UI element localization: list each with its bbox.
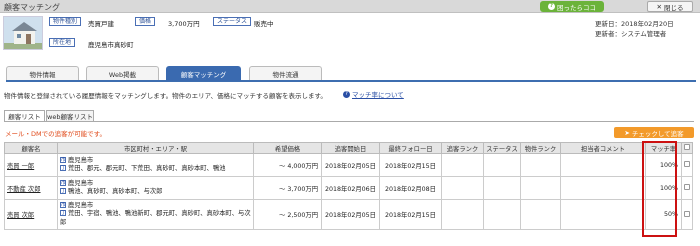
area-city: 鹿児島市 (68, 201, 94, 209)
start-date-cell: 2018年02月06日 (321, 176, 380, 200)
prop-rank-cell (520, 153, 561, 177)
col-header-status[interactable]: ステータス (483, 142, 521, 154)
price-cell: 〜 3,700万円 (253, 176, 322, 200)
rank-cell (441, 199, 484, 230)
col-header-price[interactable]: 希望価格 (253, 142, 322, 154)
customer-name-link[interactable]: 売買 次郎 (4, 199, 58, 230)
subtab-web-customer-list[interactable]: web顧客リスト (46, 110, 94, 121)
price-cell: 〜 4,000万円 (253, 153, 322, 177)
status-value: 販売中 (254, 20, 274, 28)
property-type-value: 売買戸建 (88, 20, 114, 28)
status-cell (483, 176, 521, 200)
description-text: 物件情報と登録されている履歴情報をマッチングします。物件のエリア、価格にマッチす… (4, 92, 327, 100)
town-icon: 丁 (60, 188, 66, 194)
close-label: 閉じる (663, 3, 684, 12)
row-checkbox[interactable] (684, 161, 690, 167)
table-row: 不動産 次郎 市鹿児島市 丁鴨池、真砂町、真砂本町、与次郎 〜 3,700万円 … (4, 176, 693, 200)
table-row: 売買 一郎 市鹿児島市 丁荒田、郡元、郡元町、下荒田、真砂町、真砂本町、鴨池 〜… (4, 153, 693, 177)
location-value: 鹿児島市真砂町 (88, 41, 134, 49)
subtab-divider (4, 121, 694, 122)
status-tag: ステータス (213, 17, 252, 26)
help-button[interactable]: ? 困ったらココ (540, 1, 604, 12)
comment-cell (560, 176, 646, 200)
area-city: 鹿児島市 (68, 179, 94, 187)
select-all-checkbox[interactable] (684, 144, 690, 150)
main-tabs: 物件情報 Web掲載 顧客マッチング 物件流通 (6, 66, 696, 82)
area-towns: 荒田、郡元、郡元町、下荒田、真砂町、真砂本町、鴨池 (68, 165, 226, 172)
tab-property-distribution[interactable]: 物件流通 (249, 66, 322, 80)
price-value: 3,700万円 (168, 20, 200, 28)
last-follow-cell: 2018年02月08日 (379, 176, 442, 200)
row-checkbox[interactable] (684, 210, 690, 217)
town-icon: 丁 (60, 165, 66, 171)
property-thumbnail (3, 16, 43, 50)
prop-rank-cell (520, 199, 561, 230)
match-rate-link-label: マッチ率について (352, 91, 404, 99)
area-cell: 市鹿児島市 丁荒田、郡元、郡元町、下荒田、真砂町、真砂本町、鴨池 (57, 153, 254, 177)
help-label: 困ったらココ (557, 3, 596, 12)
city-icon: 市 (60, 156, 66, 163)
match-rate-highlight-box (642, 141, 677, 237)
send-icon: ➤ (624, 128, 630, 137)
rank-cell (441, 153, 484, 177)
check-button-label: チェックして追客 (631, 129, 684, 138)
status-cell (483, 199, 521, 230)
row-checkbox[interactable] (684, 184, 690, 190)
select-cell (681, 153, 693, 177)
close-icon: ✕ (656, 2, 662, 11)
area-towns: 荒田、宇宿、鴨池、鴨池新町、郡元町、真砂町、真砂本町、与次郎 (60, 210, 251, 226)
notice-text: メール・DMでの追客が可能です。 (5, 130, 106, 138)
tab-property-info[interactable]: 物件情報 (6, 66, 79, 80)
comment-cell (560, 153, 646, 177)
start-date-cell: 2018年02月05日 (321, 199, 380, 230)
rank-cell (441, 176, 484, 200)
area-city: 鹿児島市 (68, 156, 94, 164)
customer-name-link[interactable]: 不動産 次郎 (4, 176, 58, 200)
price-tag: 価格 (135, 17, 156, 26)
area-cell: 市鹿児島市 丁鴨池、真砂町、真砂本町、与次郎 (57, 176, 254, 200)
col-header-start[interactable]: 追客開始日 (321, 142, 380, 154)
select-cell (681, 199, 693, 230)
col-header-comment[interactable]: 担当者コメント (560, 142, 646, 154)
city-icon: 市 (60, 201, 66, 208)
close-button[interactable]: ✕ 閉じる (647, 1, 693, 12)
col-header-select[interactable] (681, 142, 693, 154)
price-cell: 〜 2,500万円 (253, 199, 322, 230)
match-rate-link[interactable]: ? マッチ率について (343, 89, 404, 99)
col-header-rank[interactable]: 追客ランク (441, 142, 484, 154)
start-date-cell: 2018年02月05日 (321, 153, 380, 177)
customer-table: 顧客名 市区町村・エリア・駅 希望価格 追客開始日 最終フォロー日 追客ランク … (4, 142, 693, 230)
prop-rank-cell (520, 176, 561, 200)
location-tag: 所在地 (49, 38, 76, 47)
window-title: 顧客マッチング (4, 3, 60, 12)
updated-by: 更新者：システム管理者 (595, 30, 667, 38)
city-icon: 市 (60, 179, 66, 186)
status-cell (483, 153, 521, 177)
col-header-area[interactable]: 市区町村・エリア・駅 (57, 142, 254, 154)
town-icon: 丁 (60, 210, 66, 217)
subtab-customer-list[interactable]: 顧客リスト (4, 110, 45, 121)
comment-cell (560, 199, 646, 230)
check-follow-up-button[interactable]: ➤ チェックして追客 (614, 127, 694, 138)
select-cell (681, 176, 693, 200)
title-bar: 顧客マッチング ? 困ったらココ ✕ 閉じる (0, 0, 700, 13)
question-icon: ? (343, 90, 350, 98)
col-header-last-follow[interactable]: 最終フォロー日 (379, 142, 442, 154)
tab-web-listing[interactable]: Web掲載 (86, 66, 159, 80)
last-follow-cell: 2018年02月15日 (379, 153, 442, 177)
col-header-name[interactable]: 顧客名 (4, 142, 58, 154)
area-cell: 市鹿児島市 丁荒田、宇宿、鴨池、鴨池新町、郡元町、真砂町、真砂本町、与次郎 (57, 199, 254, 230)
question-icon: ? (548, 3, 555, 10)
col-header-prop-rank[interactable]: 物件ランク (520, 142, 561, 154)
tab-customer-matching[interactable]: 顧客マッチング (166, 66, 241, 81)
area-towns: 鴨池、真砂町、真砂本町、与次郎 (68, 188, 163, 195)
customer-name-link[interactable]: 売買 一郎 (4, 153, 58, 177)
table-row: 売買 次郎 市鹿児島市 丁荒田、宇宿、鴨池、鴨池新町、郡元町、真砂町、真砂本町、… (4, 199, 693, 230)
property-type-tag: 物件種別 (49, 17, 82, 26)
updated-date: 更新日：2018年02月20日 (595, 20, 674, 28)
last-follow-cell: 2018年02月15日 (379, 199, 442, 230)
table-header-row: 顧客名 市区町村・エリア・駅 希望価格 追客開始日 最終フォロー日 追客ランク … (4, 142, 693, 154)
